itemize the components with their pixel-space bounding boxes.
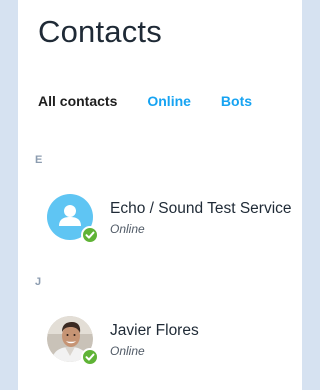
tab-online[interactable]: Online (147, 93, 191, 109)
contacts-panel: Contacts All contacts Online Bots E Echo… (18, 0, 302, 390)
contact-presence: Online (110, 344, 145, 358)
contact-presence: Online (110, 222, 145, 236)
online-status-badge (81, 226, 99, 244)
checkmark-icon (85, 353, 95, 361)
contact-list-item[interactable]: Echo / Sound Test Service Online (18, 192, 302, 252)
page-title: Contacts (38, 14, 162, 49)
section-header-j: J (35, 276, 42, 288)
contact-list-item[interactable]: Javier Flores Online (18, 314, 302, 374)
checkmark-icon (85, 231, 95, 239)
contact-name: Javier Flores (110, 322, 199, 339)
online-status-badge (81, 348, 99, 366)
tab-all-contacts[interactable]: All contacts (38, 93, 117, 109)
contact-name: Echo / Sound Test Service (110, 200, 292, 217)
section-header-e: E (35, 154, 43, 166)
contacts-tabs: All contacts Online Bots (38, 93, 282, 109)
tab-bots[interactable]: Bots (221, 93, 252, 109)
